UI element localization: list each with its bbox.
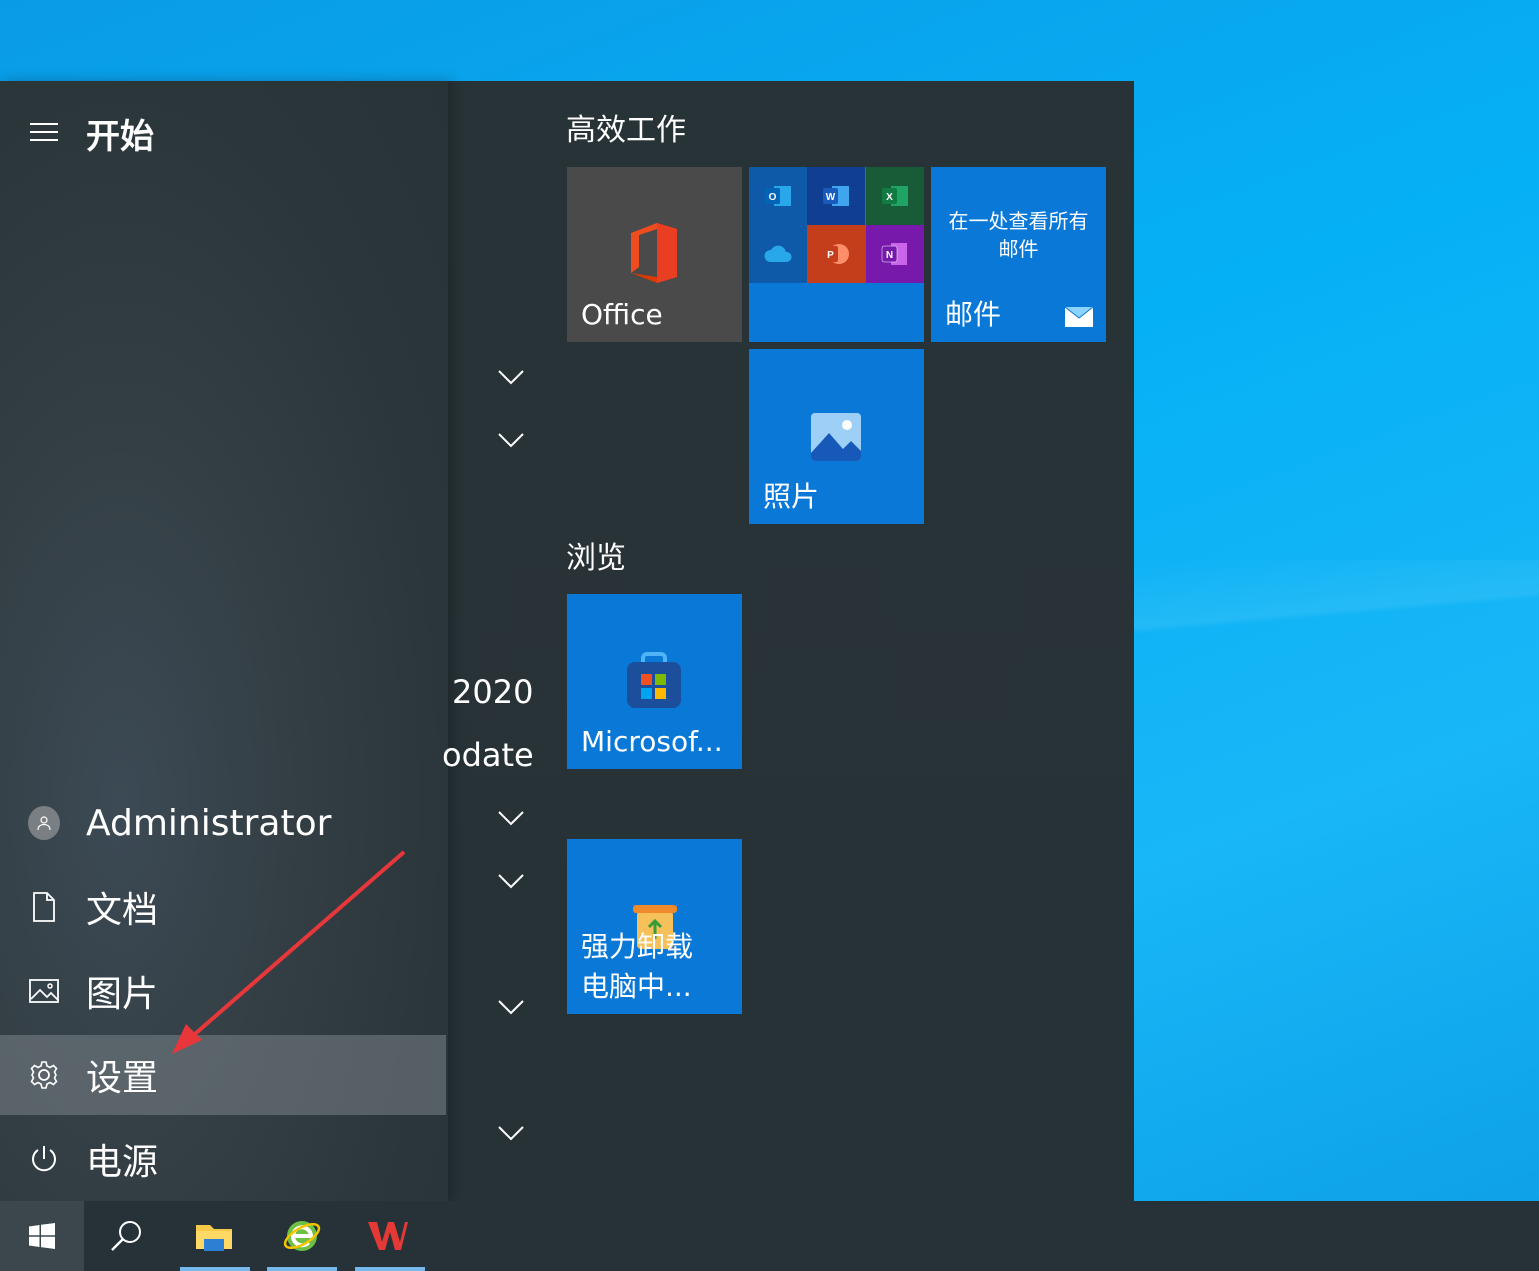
picture-icon [28, 975, 60, 1007]
tile-photos-label: 照片 [763, 480, 820, 514]
file-explorer-button[interactable] [172, 1201, 256, 1271]
tile-group-title[interactable]: 高效工作 [566, 105, 686, 149]
tile-mail-label: 邮件 [945, 298, 1002, 332]
photos-icon [809, 411, 863, 467]
mail-envelope-icon [1064, 306, 1094, 332]
chevron-down-icon[interactable] [498, 432, 524, 448]
powerpoint-icon[interactable]: P [807, 225, 865, 283]
chevron-down-icon[interactable] [498, 810, 524, 826]
power-icon [28, 1143, 60, 1175]
ie-browser-icon [283, 1221, 321, 1251]
onenote-icon[interactable]: N [866, 225, 924, 283]
tile-office-apps-folder[interactable]: O W X P N [749, 167, 924, 342]
chevron-down-icon[interactable] [498, 1125, 524, 1141]
store-bag-icon [625, 650, 683, 714]
wps-button[interactable] [346, 1201, 430, 1271]
chevron-down-icon[interactable] [498, 873, 524, 889]
tile-uninstaller[interactable]: 强力卸载 电脑中... [567, 839, 742, 1014]
chevron-down-icon[interactable] [498, 369, 524, 385]
windows-logo-icon [29, 1223, 55, 1249]
svg-text:P: P [827, 250, 834, 261]
start-menu: 开始 Administrator 文档 图片 设置 电源 2020 odate … [0, 81, 1134, 1201]
rail-item-documents-label: 文档 [86, 890, 159, 931]
tile-uninstaller-label: 强力卸载 电脑中... [581, 927, 693, 1007]
tile-mail-description: 在一处查看所有邮件 [948, 209, 1089, 261]
rail-item-pictures[interactable]: 图片 [0, 951, 446, 1031]
rail-item-power-label: 电源 [86, 1142, 159, 1183]
chevron-down-icon[interactable] [498, 999, 524, 1015]
search-button[interactable] [84, 1201, 168, 1271]
tile-uninstaller-label-line2: 电脑中... [581, 970, 692, 1003]
word-icon[interactable]: W [807, 167, 865, 225]
svg-text:O: O [769, 192, 777, 203]
rail-item-pictures-label: 图片 [86, 974, 159, 1015]
hamburger-menu-icon[interactable] [30, 123, 58, 141]
rail-item-settings[interactable]: 设置 [0, 1035, 446, 1115]
user-avatar-icon [28, 806, 60, 840]
svg-text:X: X [886, 192, 893, 203]
tile-mail[interactable]: 在一处查看所有邮件 邮件 [931, 167, 1106, 342]
start-left-rail: 开始 Administrator 文档 图片 设置 电源 [0, 81, 448, 1201]
outlook-icon[interactable]: O [749, 167, 807, 225]
start-button[interactable] [0, 1201, 84, 1271]
running-indicator [180, 1267, 250, 1271]
tile-photos[interactable]: 照片 [749, 349, 924, 524]
tile-group-title[interactable]: 浏览 [566, 533, 626, 577]
rail-item-settings-label: 设置 [86, 1058, 159, 1099]
running-indicator [355, 1267, 425, 1271]
tile-uninstaller-label-line1: 强力卸载 [581, 930, 694, 963]
svg-text:W: W [826, 192, 836, 203]
tile-office[interactable]: Office [567, 167, 742, 342]
office-logo-icon [627, 221, 679, 289]
start-title: 开始 [86, 117, 154, 157]
rail-item-user[interactable]: Administrator [0, 783, 446, 863]
running-indicator [267, 1267, 337, 1271]
tile-office-label: Office [581, 298, 663, 332]
svg-text:N: N [886, 250, 893, 261]
taskbar [0, 1201, 1539, 1271]
document-icon [28, 891, 60, 923]
tile-microsoft-store-label: Microsof... [581, 725, 723, 759]
rail-item-documents[interactable]: 文档 [0, 867, 446, 947]
browser-button[interactable] [260, 1201, 344, 1271]
search-icon [111, 1221, 141, 1251]
gear-icon [28, 1059, 60, 1091]
rail-item-user-label: Administrator [86, 802, 332, 844]
onedrive-icon[interactable] [749, 225, 807, 283]
tile-microsoft-store[interactable]: Microsof... [567, 594, 742, 769]
app-list-item-fragment[interactable]: odate [442, 736, 534, 774]
wps-office-icon [368, 1222, 408, 1250]
excel-icon[interactable]: X [866, 167, 924, 225]
folder-icon [196, 1225, 232, 1251]
desktop-wallpaper [1134, 560, 1539, 1200]
app-list-item-fragment[interactable]: 2020 [452, 673, 533, 711]
rail-item-power[interactable]: 电源 [0, 1119, 446, 1199]
